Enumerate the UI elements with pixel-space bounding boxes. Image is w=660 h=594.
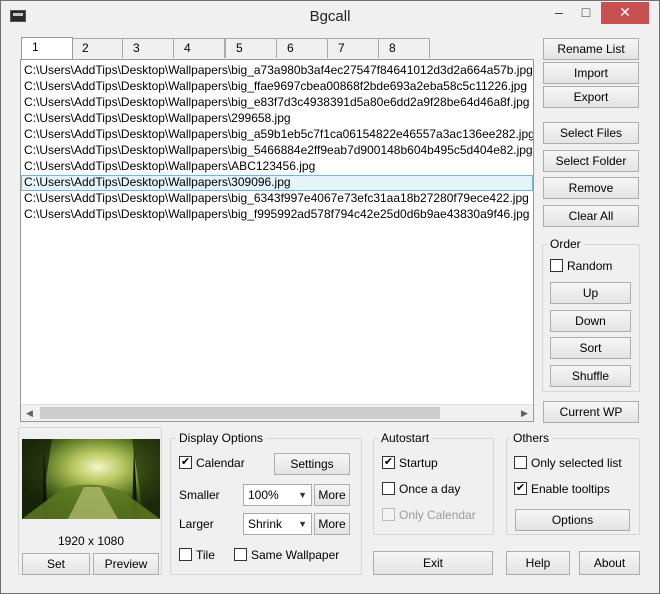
- list-item[interactable]: C:\Users\AddTips\Desktop\Wallpapers\big_…: [21, 207, 533, 223]
- scroll-right-icon[interactable]: ▶: [516, 405, 533, 421]
- remove-button[interactable]: Remove: [543, 177, 639, 199]
- tab-8[interactable]: 8: [378, 38, 430, 58]
- down-button[interactable]: Down: [550, 310, 631, 332]
- startup-label: Startup: [399, 456, 438, 470]
- about-button[interactable]: About: [579, 551, 640, 575]
- up-button[interactable]: Up: [550, 282, 631, 304]
- smaller-select-value: 100%: [248, 488, 279, 502]
- scrollbar-thumb[interactable]: [40, 407, 440, 419]
- calendar-checkbox-box[interactable]: [179, 456, 192, 469]
- only-selected-list-label: Only selected list: [531, 456, 622, 470]
- help-button[interactable]: Help: [506, 551, 570, 575]
- tab-7[interactable]: 7: [327, 38, 379, 58]
- order-group-label: Order: [547, 237, 584, 251]
- tab-6[interactable]: 6: [276, 38, 328, 58]
- list-item[interactable]: C:\Users\AddTips\Desktop\Wallpapers\big_…: [21, 127, 533, 143]
- display-options-label: Display Options: [176, 431, 267, 445]
- settings-button[interactable]: Settings: [274, 453, 350, 475]
- list-item[interactable]: C:\Users\AddTips\Desktop\Wallpapers\big_…: [21, 63, 533, 79]
- list-item[interactable]: C:\Users\AddTips\Desktop\Wallpapers\big_…: [21, 79, 533, 95]
- larger-label: Larger: [179, 517, 214, 531]
- random-checkbox-box[interactable]: [550, 259, 563, 272]
- smaller-more-button[interactable]: More: [314, 484, 350, 506]
- same-wallpaper-label: Same Wallpaper: [251, 548, 340, 562]
- rename-list-button[interactable]: Rename List: [543, 38, 639, 60]
- tile-label: Tile: [196, 548, 215, 562]
- tile-checkbox[interactable]: Tile: [179, 548, 215, 564]
- random-label: Random: [567, 259, 613, 273]
- export-button[interactable]: Export: [543, 86, 639, 108]
- once-a-day-label: Once a day: [399, 482, 461, 496]
- tab-4[interactable]: 4: [173, 38, 225, 58]
- list-item[interactable]: C:\Users\AddTips\Desktop\Wallpapers\big_…: [21, 191, 533, 207]
- shuffle-button[interactable]: Shuffle: [550, 365, 631, 387]
- enable-tooltips-label: Enable tooltips: [531, 482, 610, 496]
- calendar-label: Calendar: [196, 456, 245, 470]
- tab-5[interactable]: 5: [225, 38, 277, 58]
- only-calendar-checkbox: Only Calendar: [382, 508, 476, 524]
- smaller-select[interactable]: 100% ▼: [243, 484, 312, 506]
- maximize-button[interactable]: □: [573, 2, 599, 24]
- title-bar: Bgcall – □ ✕: [1, 1, 659, 32]
- enable-tooltips-checkbox-box[interactable]: [514, 482, 527, 495]
- only-calendar-checkbox-box: [382, 508, 395, 521]
- same-wallpaper-checkbox-box[interactable]: [234, 548, 247, 561]
- sort-button[interactable]: Sort: [550, 337, 631, 359]
- wallpaper-list[interactable]: C:\Users\AddTips\Desktop\Wallpapers\big_…: [20, 59, 534, 422]
- only-selected-list-checkbox-box[interactable]: [514, 456, 527, 469]
- set-button[interactable]: Set: [22, 553, 90, 575]
- tab-2[interactable]: 2: [71, 38, 123, 58]
- larger-more-button[interactable]: More: [314, 513, 350, 535]
- tab-1[interactable]: 1: [21, 37, 73, 59]
- smaller-label: Smaller: [179, 488, 220, 502]
- options-button[interactable]: Options: [515, 509, 630, 531]
- clear-all-button[interactable]: Clear All: [543, 205, 639, 227]
- forest-image: [22, 439, 160, 519]
- wallpaper-list-items: C:\Users\AddTips\Desktop\Wallpapers\big_…: [21, 60, 533, 223]
- startup-checkbox-box[interactable]: [382, 456, 395, 469]
- larger-select[interactable]: Shrink ▼: [243, 513, 312, 535]
- only-calendar-label: Only Calendar: [399, 508, 476, 522]
- current-wp-button[interactable]: Current WP: [543, 401, 639, 423]
- tile-checkbox-box[interactable]: [179, 548, 192, 561]
- once-a-day-checkbox[interactable]: Once a day: [382, 482, 460, 498]
- select-folder-button[interactable]: Select Folder: [543, 150, 639, 172]
- import-button[interactable]: Import: [543, 62, 639, 84]
- resolution-text: 1920 x 1080: [57, 534, 125, 548]
- app-window: Bgcall – □ ✕ 1 2 3 4 5 6 7 8 C:\Users\Ad…: [0, 0, 660, 594]
- chevron-down-icon: ▼: [298, 519, 307, 529]
- tab-3[interactable]: 3: [122, 38, 174, 58]
- list-item[interactable]: C:\Users\AddTips\Desktop\Wallpapers\big_…: [21, 143, 533, 159]
- select-files-button[interactable]: Select Files: [543, 122, 639, 144]
- autostart-label: Autostart: [378, 431, 433, 445]
- chevron-down-icon: ▼: [298, 490, 307, 500]
- once-a-day-checkbox-box[interactable]: [382, 482, 395, 495]
- same-wallpaper-checkbox[interactable]: Same Wallpaper: [234, 548, 339, 564]
- horizontal-scrollbar[interactable]: ◀ ▶: [21, 404, 533, 421]
- list-item-selected[interactable]: C:\Users\AddTips\Desktop\Wallpapers\3090…: [21, 175, 533, 191]
- wallpaper-preview-image: [22, 439, 160, 519]
- close-button[interactable]: ✕: [601, 2, 649, 24]
- others-label: Others: [510, 431, 553, 445]
- larger-select-value: Shrink: [248, 517, 283, 531]
- scroll-left-icon[interactable]: ◀: [21, 405, 38, 421]
- preview-button[interactable]: Preview: [93, 553, 159, 575]
- list-item[interactable]: C:\Users\AddTips\Desktop\Wallpapers\big_…: [21, 95, 533, 111]
- list-item[interactable]: C:\Users\AddTips\Desktop\Wallpapers\2996…: [21, 111, 533, 127]
- only-selected-list-checkbox[interactable]: Only selected list: [514, 456, 622, 472]
- startup-checkbox[interactable]: Startup: [382, 456, 438, 472]
- random-checkbox[interactable]: Random: [550, 259, 612, 275]
- minimize-button[interactable]: –: [546, 2, 572, 24]
- enable-tooltips-checkbox[interactable]: Enable tooltips: [514, 482, 610, 498]
- list-item[interactable]: C:\Users\AddTips\Desktop\Wallpapers\ABC1…: [21, 159, 533, 175]
- calendar-checkbox[interactable]: Calendar: [179, 456, 245, 472]
- exit-button[interactable]: Exit: [373, 551, 493, 575]
